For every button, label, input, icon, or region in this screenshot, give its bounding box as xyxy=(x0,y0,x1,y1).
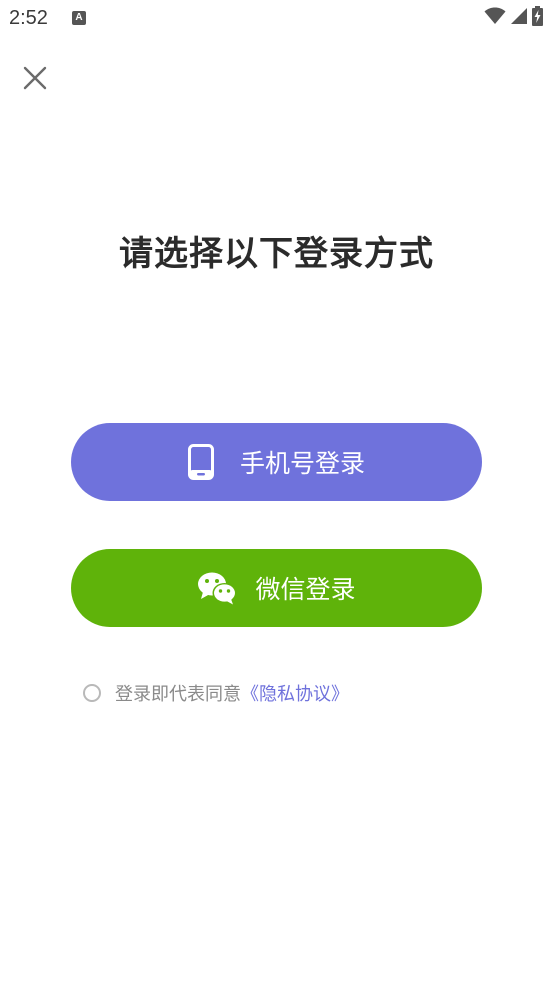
phone-icon xyxy=(187,444,214,480)
privacy-agreement-link[interactable]: 《隐私协议》 xyxy=(241,680,349,706)
close-button[interactable] xyxy=(19,62,51,94)
status-icons xyxy=(484,6,543,30)
login-screen: 2:52 A 请选择以下登录方式 手机号登录 微信登录 登录即代表同意 《隐私协… xyxy=(0,0,553,984)
wifi-icon xyxy=(484,7,506,29)
wechat-login-button[interactable]: 微信登录 xyxy=(71,549,482,627)
wechat-login-label: 微信登录 xyxy=(255,575,356,604)
wechat-icon xyxy=(197,571,237,605)
battery-charging-icon xyxy=(532,6,543,30)
status-bar: 2:52 A xyxy=(0,0,553,40)
phone-login-label: 手机号登录 xyxy=(239,449,365,478)
close-icon xyxy=(23,66,47,90)
agreement-text: 登录即代表同意 xyxy=(115,684,241,705)
agreement-row: 登录即代表同意 《隐私协议》 xyxy=(83,680,349,706)
signal-icon xyxy=(510,7,528,29)
page-title: 请选择以下登录方式 xyxy=(119,234,434,274)
notification-a-icon: A xyxy=(72,11,86,25)
agree-radio[interactable] xyxy=(83,684,101,702)
phone-login-button[interactable]: 手机号登录 xyxy=(71,423,482,501)
status-time: 2:52 xyxy=(9,7,48,29)
